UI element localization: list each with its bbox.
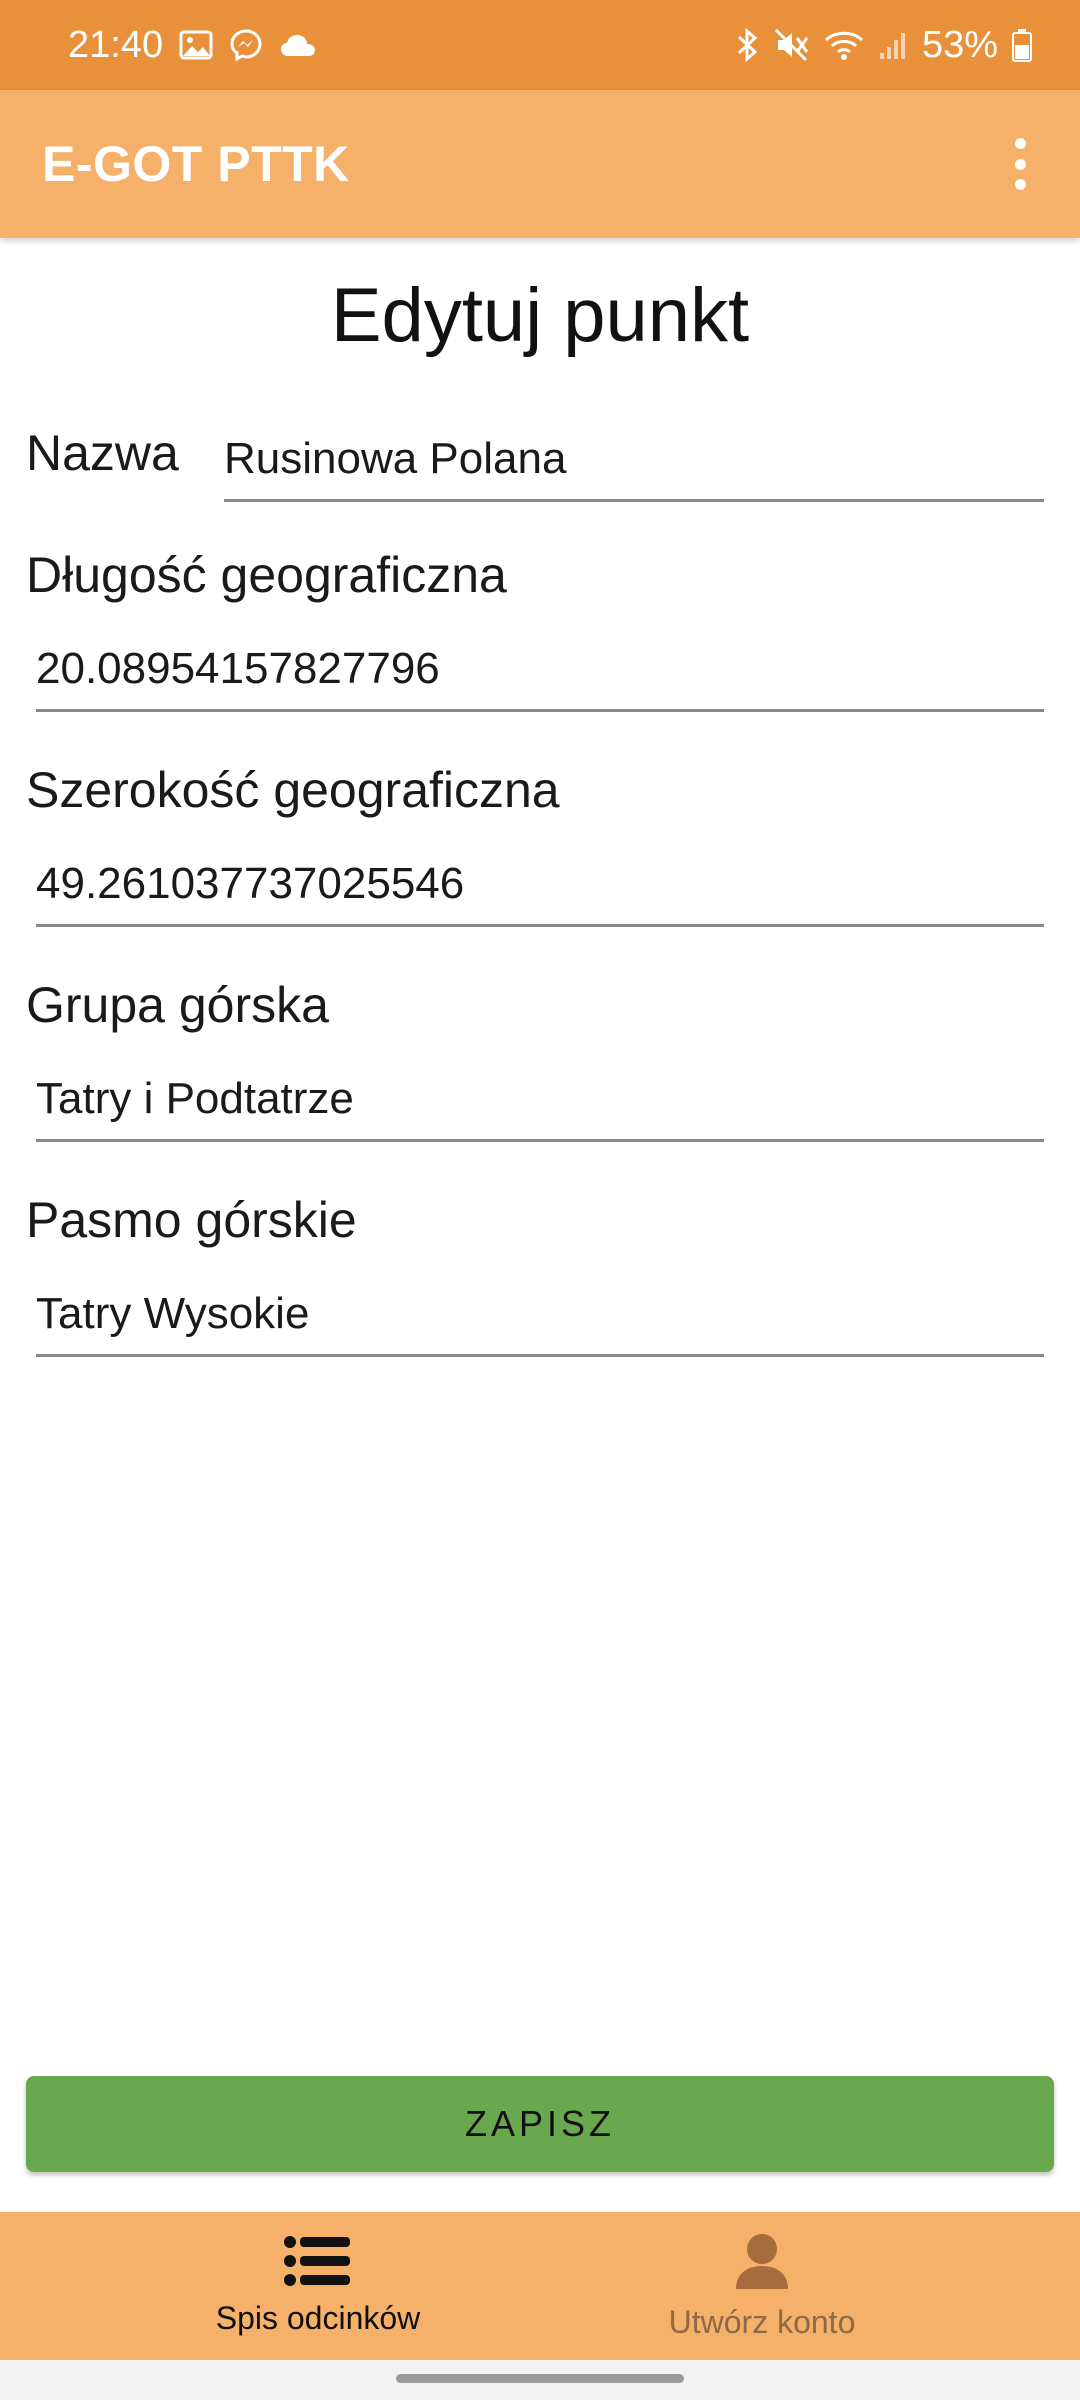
app-bar: E-GOT PTTK bbox=[0, 90, 1080, 238]
mountain-range-input[interactable]: Tatry Wysokie bbox=[36, 1285, 1044, 1357]
signal-icon bbox=[878, 29, 908, 61]
cloud-icon bbox=[279, 32, 317, 58]
app-title: E-GOT PTTK bbox=[42, 136, 350, 192]
nav-label-create-account: Utwórz konto bbox=[668, 2304, 856, 2340]
nav-item-create-account[interactable]: Utwórz konto bbox=[492, 2212, 1032, 2360]
name-label: Nazwa bbox=[26, 425, 179, 481]
status-time: 21:40 bbox=[68, 23, 164, 66]
longitude-field: Długość geograficzna 20.08954157827796 bbox=[26, 546, 1054, 716]
mountain-range-label: Pasmo górskie bbox=[26, 1192, 357, 1248]
nav-label-segments: Spis odcinków bbox=[215, 2300, 421, 2336]
messenger-icon bbox=[229, 28, 263, 62]
mountain-group-label: Grupa górska bbox=[26, 977, 329, 1033]
name-input[interactable]: Rusinowa Polana bbox=[224, 430, 1044, 502]
system-nav-bar bbox=[0, 2360, 1080, 2400]
status-right: 53% bbox=[734, 0, 1032, 90]
longitude-label: Długość geograficzna bbox=[26, 547, 507, 603]
latitude-input[interactable]: 49.261037737025546 bbox=[36, 855, 1044, 927]
bottom-nav: Spis odcinków Utwórz konto bbox=[0, 2212, 1080, 2360]
save-button[interactable]: ZAPISZ bbox=[26, 2076, 1054, 2172]
latitude-field: Szerokość geograficzna 49.26103773702554… bbox=[26, 761, 1054, 931]
mountain-group-field: Grupa górska Tatry i Podtatrze bbox=[26, 976, 1054, 1146]
name-field-row: Nazwa Rusinowa Polana bbox=[26, 422, 1054, 502]
battery-icon bbox=[1012, 28, 1032, 62]
battery-percentage: 53% bbox=[921, 23, 998, 66]
status-bar: 21:40 53% bbox=[0, 0, 1080, 90]
longitude-input[interactable]: 20.08954157827796 bbox=[36, 640, 1044, 712]
home-indicator[interactable] bbox=[396, 2374, 684, 2383]
mute-icon bbox=[774, 28, 810, 62]
mountain-range-field: Pasmo górskie Tatry Wysokie bbox=[26, 1191, 1054, 1361]
mountain-group-input[interactable]: Tatry i Podtatrze bbox=[36, 1070, 1044, 1142]
latitude-label: Szerokość geograficzna bbox=[26, 762, 560, 818]
more-vert-icon[interactable] bbox=[1000, 134, 1040, 194]
person-icon bbox=[732, 2231, 792, 2296]
bluetooth-icon bbox=[734, 27, 760, 63]
image-icon bbox=[179, 30, 213, 60]
list-icon bbox=[284, 2235, 352, 2292]
status-left: 21:40 bbox=[68, 0, 317, 90]
wifi-icon bbox=[824, 28, 864, 62]
page-title: Edytuj punkt bbox=[330, 273, 750, 358]
